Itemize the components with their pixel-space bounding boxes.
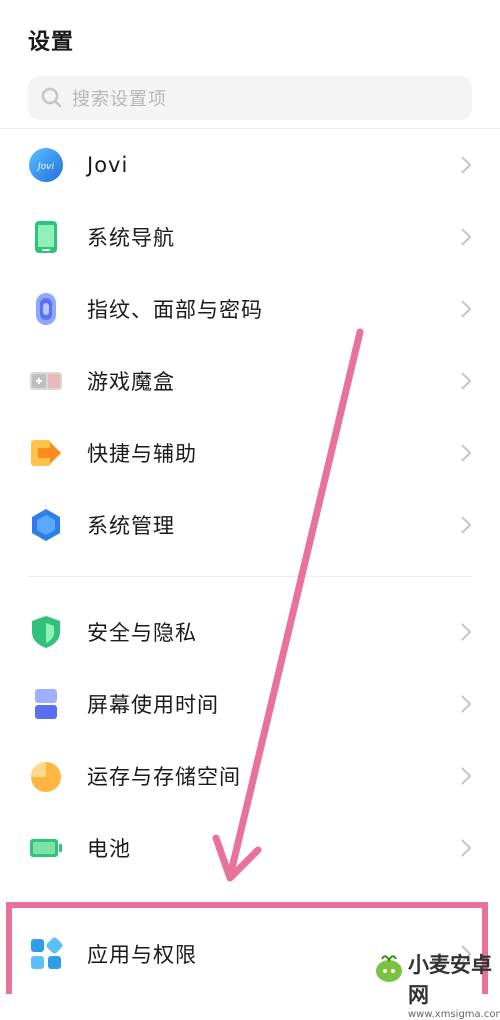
jovi-icon: Jovi (29, 148, 63, 182)
section-divider (28, 576, 472, 577)
chevron-right-icon (461, 516, 472, 534)
chevron-right-icon (461, 300, 472, 318)
menu-item-fingerprint-face-password[interactable]: 指纹、面部与密码 (0, 279, 500, 339)
menu-item-game-box[interactable]: 游戏魔盒 (0, 351, 500, 411)
chevron-right-icon (461, 156, 472, 174)
hexagon-system-icon (32, 509, 60, 541)
search-bar[interactable]: 搜索设置项 (28, 76, 472, 120)
menu-item-memory-storage[interactable]: 运存与存储空间 (0, 746, 500, 806)
menu-item-label: 指纹、面部与密码 (87, 298, 263, 322)
chevron-right-icon (461, 228, 472, 246)
watermark-url: www.xmsigma.com (408, 1009, 500, 1020)
menu-item-security-privacy[interactable]: 安全与隐私 (0, 602, 500, 662)
fingerprint-icon (36, 293, 56, 325)
menu-item-label: 系统管理 (87, 514, 175, 538)
chevron-right-icon (461, 767, 472, 785)
chevron-right-icon (461, 444, 472, 462)
menu-item-label: 电池 (87, 837, 131, 861)
chevron-right-icon (461, 372, 472, 390)
chevron-right-icon (461, 839, 472, 857)
menu-item-label: 安全与隐私 (87, 621, 197, 645)
search-placeholder: 搜索设置项 (72, 89, 167, 110)
menu-item-label: 运存与存储空间 (87, 765, 241, 789)
phone-navigation-icon (35, 221, 57, 253)
page-title: 设置 (28, 30, 75, 55)
menu-item-label: 游戏魔盒 (87, 370, 175, 394)
shortcut-arrow-icon (31, 440, 61, 466)
game-box-icon (30, 372, 62, 390)
shield-icon (32, 616, 60, 648)
menu-item-battery[interactable]: 电池 (0, 818, 500, 878)
chevron-right-icon (461, 623, 472, 641)
watermark-name: 小麦安卓网 (408, 953, 492, 1007)
chevron-right-icon (461, 695, 472, 713)
menu-item-label: 系统导航 (87, 226, 175, 250)
battery-icon (30, 839, 62, 857)
menu-item-jovi[interactable]: Jovi Jovi (0, 135, 500, 195)
watermark: 小麦安卓网 www.xmsigma.com (372, 945, 500, 1020)
menu-item-screen-time[interactable]: 屏幕使用时间 (0, 674, 500, 734)
menu-item-label: Jovi (87, 153, 129, 177)
watermark-logo-icon (376, 955, 402, 982)
pie-storage-icon (31, 762, 61, 792)
search-icon (41, 87, 62, 108)
svg-text:Jovi: Jovi (36, 162, 54, 172)
menu-item-label: 快捷与辅助 (87, 442, 197, 466)
menu-item-shortcuts-assist[interactable]: 快捷与辅助 (0, 423, 500, 483)
header-divider (0, 128, 500, 129)
menu-item-label: 屏幕使用时间 (87, 693, 219, 717)
menu-item-system-navigation[interactable]: 系统导航 (0, 207, 500, 267)
menu-item-system-management[interactable]: 系统管理 (0, 495, 500, 555)
hourglass-icon (35, 689, 57, 719)
